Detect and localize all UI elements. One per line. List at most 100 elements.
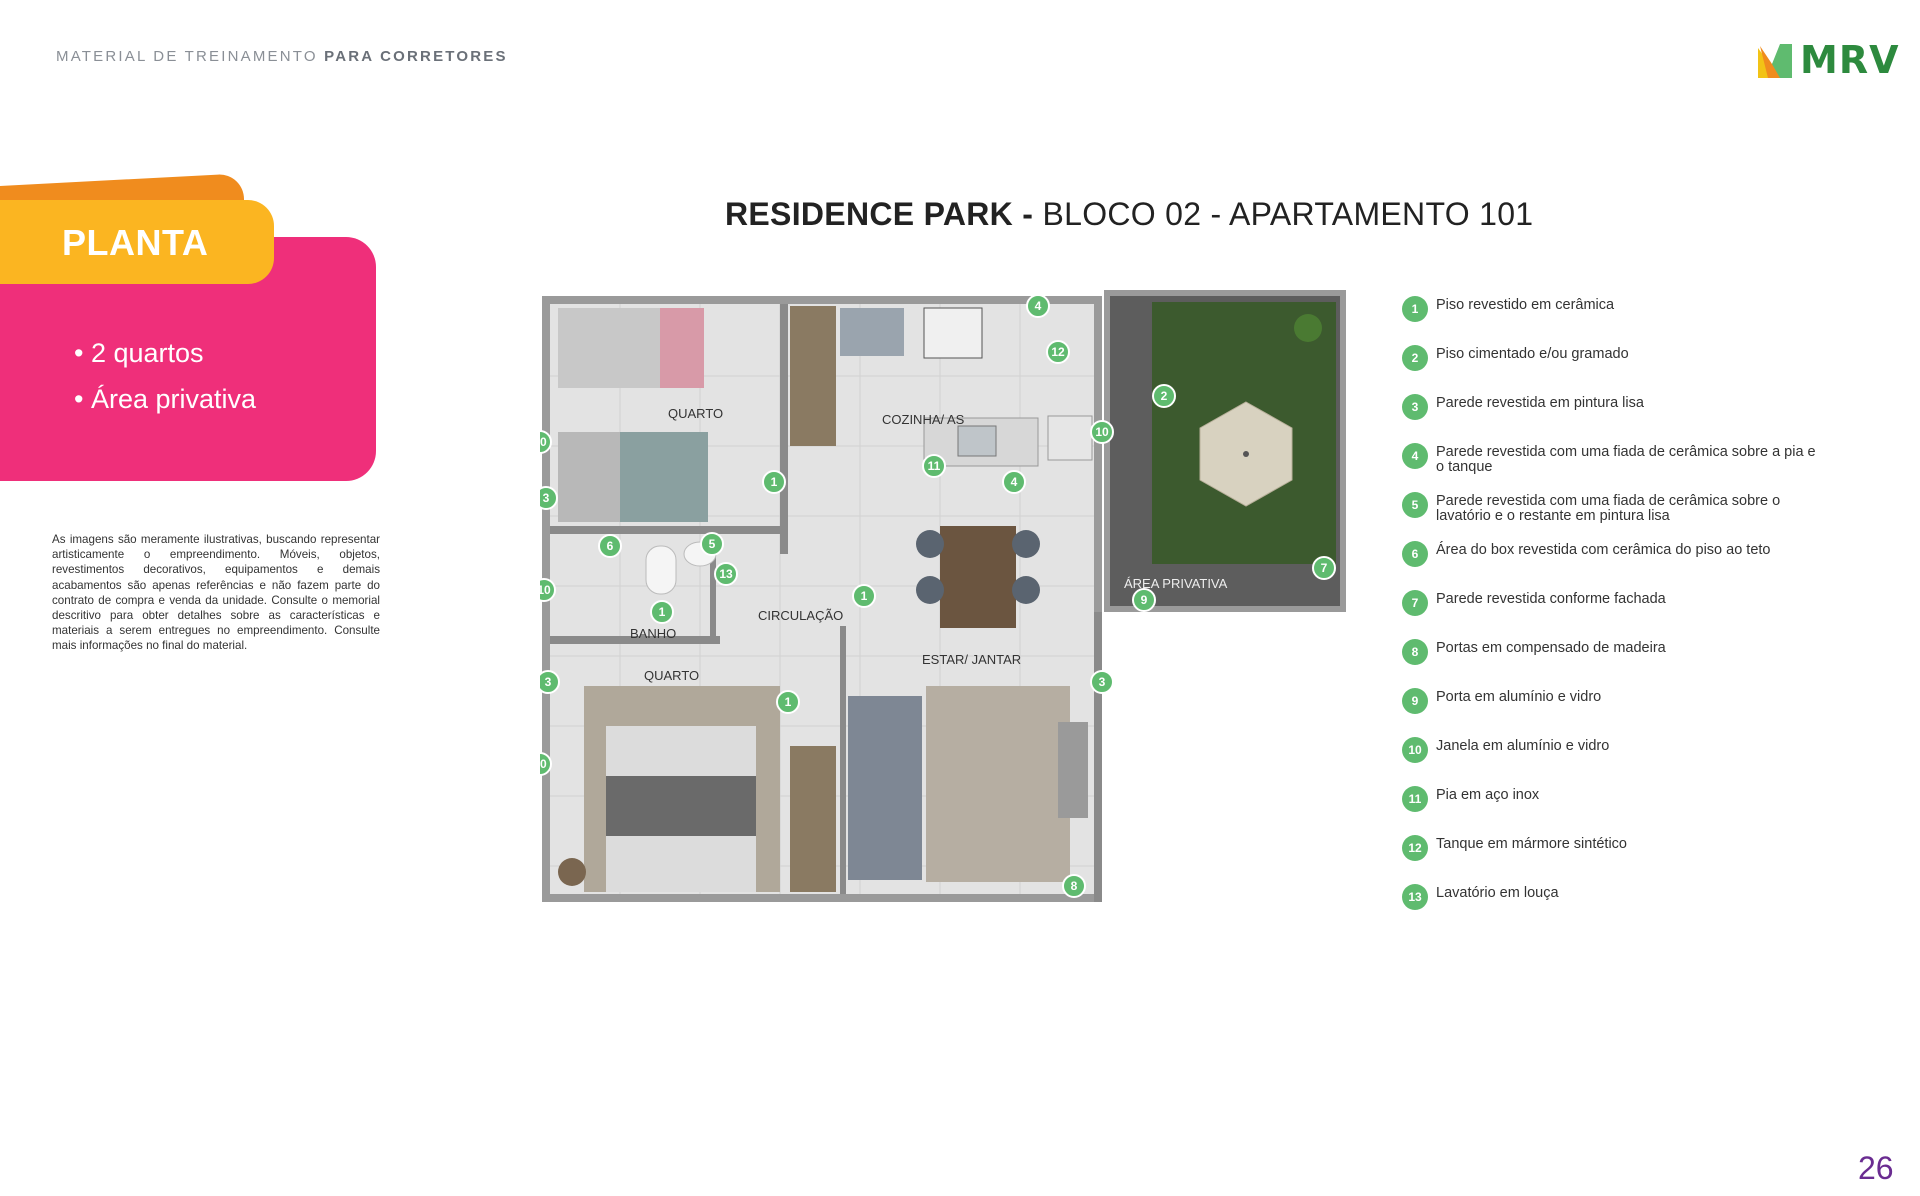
floor-plan: QUARTO COZINHA/ AS BANHO CIRCULAÇÃO QUAR… (540, 290, 1346, 902)
room-label-quarto-2: QUARTO (644, 668, 699, 683)
plan-pin: 10 (1090, 420, 1114, 444)
feature-item: Área privativa (74, 376, 256, 422)
svg-text:11: 11 (928, 459, 941, 473)
legend-badge: 2 (1402, 345, 1428, 371)
section-tab: PLANTA (0, 200, 274, 284)
legend-text: Parede revestida com uma fiada de cerâmi… (1436, 493, 1781, 524)
legend-item: 5 Parede revestida com uma fiada de cerâm… (1402, 492, 1816, 524)
plan-title-rest: BLOCO 02 - APARTAMENTO 101 (1042, 196, 1534, 232)
room-label-quarto-1: QUARTO (668, 406, 723, 421)
legend-badge: 11 (1402, 786, 1428, 812)
plan-pin: 3 (1090, 670, 1114, 694)
legend-text: Área do box revestida com cerâmica do pi… (1436, 542, 1771, 558)
room-label-circulacao: CIRCULAÇÃO (758, 608, 843, 623)
plan-pin: 1 (776, 690, 800, 714)
plan-pin: 8 (1062, 874, 1086, 898)
tv-stand (1058, 722, 1088, 818)
legend-text: Pia em aço inox (1436, 787, 1540, 803)
legend-badge: 3 (1402, 394, 1428, 420)
steel-sink-icon (957, 425, 997, 457)
legend-text: Piso cimentado e/ou gramado (1436, 346, 1629, 362)
bed-2-cover (620, 432, 708, 522)
header-prefix: MATERIAL DE TREINAMENTO (56, 48, 318, 65)
plan-pin: 13 (714, 562, 738, 586)
plan-pin: 4 (1026, 294, 1050, 318)
plan-pin: 1 (762, 470, 786, 494)
svg-text:10: 10 (540, 583, 551, 597)
svg-text:3: 3 (1099, 675, 1106, 689)
legend-item: 6 Área do box revestida com cerâmica do p… (1402, 541, 1816, 567)
svg-text:2: 2 (1161, 389, 1168, 403)
legend-badge: 5 (1402, 492, 1428, 518)
legend-item: 11 Pia em aço inox (1402, 786, 1816, 812)
room-label-area-privativa: ÁREA PRIVATIVA (1124, 576, 1228, 591)
plan-pin: 1 (650, 600, 674, 624)
legend-item: 2 Piso cimentado e/ou gramado (1402, 345, 1816, 371)
legend-badge: 10 (1402, 737, 1428, 763)
svg-text:1: 1 (659, 605, 666, 619)
plant-icon (1294, 314, 1322, 342)
legend-text: Porta em alumínio e vidro (1436, 689, 1602, 705)
legend-item: 3 Parede revestida em pintura lisa (1402, 394, 1816, 420)
page-number: 26 (1858, 1150, 1894, 1186)
plan-pin: 1 (852, 584, 876, 608)
legend-item: 9 Porta em alumínio e vidro (1402, 688, 1816, 714)
plan-pin: 6 (598, 534, 622, 558)
legend-item: 10 Janela em alumínio e vidro (1402, 737, 1816, 763)
plan-pin: 3 (540, 670, 560, 694)
svg-text:4: 4 (1011, 475, 1018, 489)
svg-text:6: 6 (607, 539, 614, 553)
section-title: PLANTA (62, 222, 209, 263)
svg-text:10: 10 (540, 757, 547, 771)
legend-item: 7 Parede revestida conforme fachada (1402, 590, 1816, 616)
legend-badge: 1 (1402, 296, 1428, 322)
svg-text:1: 1 (785, 695, 792, 709)
legend-text: Parede revestida em pintura lisa (1436, 395, 1644, 411)
svg-text:1: 1 (861, 589, 868, 603)
plan-pin: 4 (1002, 470, 1026, 494)
legend-badge: 13 (1402, 884, 1428, 910)
legend-text: Lavatório em louça (1436, 885, 1559, 901)
bed-3-cover (606, 776, 756, 836)
toilet-icon (645, 545, 677, 595)
stove-icon (923, 307, 983, 359)
legend-badge: 12 (1402, 835, 1428, 861)
legend-badge: 7 (1402, 590, 1428, 616)
wardrobe-2 (790, 746, 836, 892)
plan-pin: 7 (1312, 556, 1336, 580)
svg-text:5: 5 (709, 537, 716, 551)
plan-pin: 5 (700, 532, 724, 556)
legend-badge: 4 (1402, 443, 1428, 469)
svg-text:9: 9 (1141, 593, 1148, 607)
plan-pin: 12 (1046, 340, 1070, 364)
legend-text: Parede revestida conforme fachada (1436, 591, 1666, 607)
svg-text:4: 4 (1035, 299, 1042, 313)
svg-text:3: 3 (543, 491, 550, 505)
legend-text: Janela em alumínio e vidro (1436, 738, 1610, 754)
legend-text: Piso revestido em cerâmica (1436, 297, 1615, 313)
svg-text:8: 8 (1071, 879, 1078, 893)
legend-text: Tanque em mármore sintético (1436, 836, 1627, 852)
plan-pin: 9 (1132, 588, 1156, 612)
legend-item: 8 Portas em compensado de madeira (1402, 639, 1816, 665)
plan-pin: 3 (540, 486, 558, 510)
bed-1-cover (660, 308, 704, 388)
sofa-icon (848, 696, 922, 880)
svg-text:10: 10 (540, 435, 547, 449)
svg-text:13: 13 (719, 567, 733, 581)
header-suffix: PARA CORRETORES (324, 48, 508, 65)
room-label-banho: BANHO (630, 626, 676, 641)
rug (926, 686, 1070, 882)
plan-title-bold: RESIDENCE PARK - (725, 196, 1034, 232)
plan-pin: 10 (540, 578, 556, 602)
svg-text:12: 12 (1051, 345, 1065, 359)
logo-text: MRV (1800, 38, 1900, 82)
plan-pin: 2 (1152, 384, 1176, 408)
room-label-estar: ESTAR/ JANTAR (922, 652, 1021, 667)
legend-text: Parede revestida com uma fiada de cerâmi… (1436, 444, 1816, 475)
feature-list: 2 quartos Área privativa (74, 330, 256, 422)
wardrobe-1 (790, 306, 836, 446)
plan-title: RESIDENCE PARK - BLOCO 02 - APARTAMENTO … (725, 196, 1533, 233)
laundry-tank-icon (1047, 415, 1093, 461)
svg-text:10: 10 (1095, 425, 1109, 439)
